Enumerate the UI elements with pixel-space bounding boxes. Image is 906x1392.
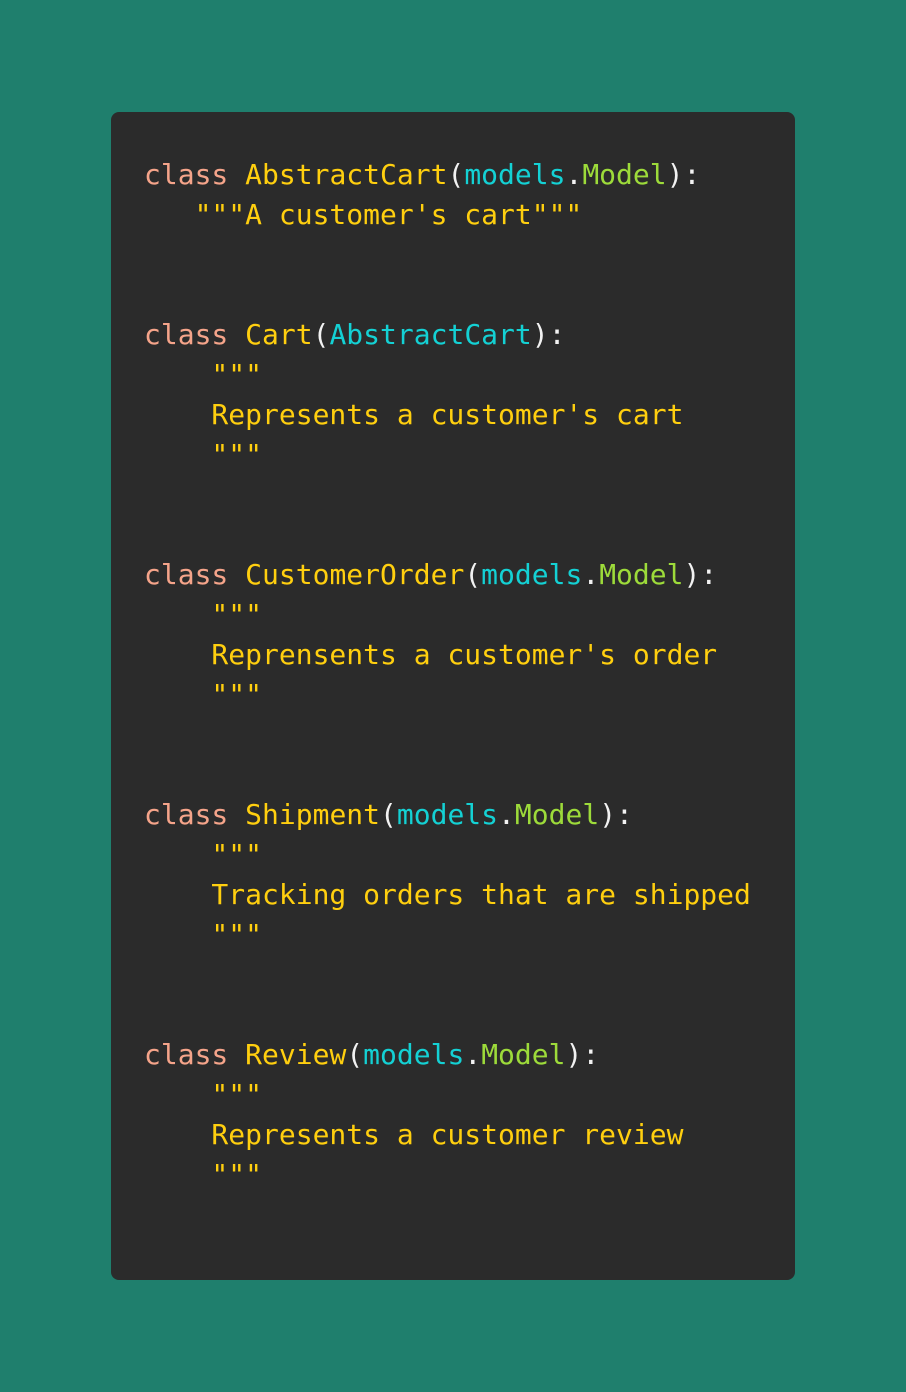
code-line-class-customerorder: class CustomerOrder(models.Model): (144, 555, 751, 595)
base-class: Model (481, 1038, 566, 1071)
class-name: AbstractCart (245, 158, 448, 191)
class-keyword: class (144, 558, 229, 591)
close-paren-colon: ): (565, 1038, 600, 1071)
docstring-close: """ (144, 678, 263, 711)
docstring-open: """ (144, 838, 263, 871)
code-line-class-abstractcart: class AbstractCart(models.Model): (144, 155, 751, 195)
class-name: Shipment (245, 798, 381, 831)
open-paren: ( (312, 318, 330, 351)
base-class: Model (514, 798, 600, 831)
class-keyword: class (144, 798, 229, 831)
docstring-text: Represents a customer review (144, 1118, 684, 1151)
docstring-open: """ (144, 358, 263, 391)
docstring-text: Represents a customer's cart (144, 398, 684, 431)
open-paren: ( (447, 158, 465, 191)
docstring-close: """ (144, 1158, 263, 1191)
open-paren: ( (464, 558, 482, 591)
code-line-class-review: class Review(models.Model): (144, 1035, 751, 1075)
base-class: Model (582, 158, 667, 191)
open-paren: ( (346, 1038, 364, 1071)
dot: . (498, 798, 515, 831)
code-block[interactable]: class AbstractCart(models.Model): """A c… (144, 155, 751, 1195)
module-name: models (464, 158, 566, 191)
code-editor-window: class AbstractCart(models.Model): """A c… (111, 112, 795, 1280)
docstring-text: Tracking orders that are shipped (144, 878, 751, 911)
dot: . (582, 558, 600, 591)
module-name: models (396, 798, 499, 831)
class-keyword: class (144, 318, 229, 351)
parent-class: AbstractCart (329, 318, 532, 351)
close-paren-colon: ): (683, 558, 718, 591)
dot: . (464, 1038, 482, 1071)
base-class: Model (599, 558, 684, 591)
code-line-class-cart: class Cart(AbstractCart): (144, 315, 751, 355)
docstring-open: """ (144, 598, 263, 631)
class-name: Cart (245, 318, 313, 351)
close-paren-colon: ): (531, 318, 566, 351)
class-name: CustomerOrder (245, 558, 465, 591)
class-keyword: class (144, 1038, 229, 1071)
docstring-close: """ (144, 918, 263, 951)
module-name: models (481, 558, 583, 591)
close-paren-colon: ): (666, 158, 701, 191)
open-paren: ( (380, 798, 397, 831)
class-name: Review (245, 1038, 347, 1071)
dot: . (565, 158, 583, 191)
module-name: models (363, 1038, 465, 1071)
class-keyword: class (144, 158, 229, 191)
docstring-text: Reprensents a customer's order (144, 638, 718, 671)
docstring-open: """ (144, 1078, 263, 1111)
code-line-class-shipment: class Shipment(models.Model): (144, 795, 751, 835)
close-paren-colon: ): (599, 798, 633, 831)
docstring-close: """ (144, 438, 263, 471)
docstring-line: """A customer's cart""" (144, 198, 583, 231)
